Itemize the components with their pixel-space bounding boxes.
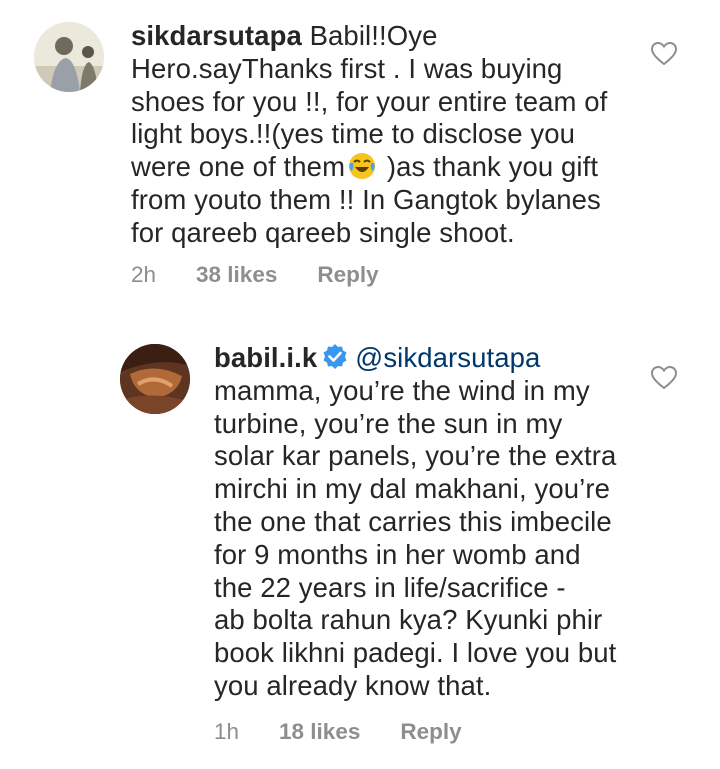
comment-body: babil.i.k @sikdarsutapa mamma, you’re th…	[214, 342, 654, 703]
avatar[interactable]	[34, 22, 104, 92]
avatar-photo	[34, 22, 104, 92]
reply-button[interactable]: Reply	[400, 719, 461, 745]
avatar[interactable]	[120, 344, 190, 414]
comment-likes[interactable]: 18 likes	[279, 719, 360, 745]
comment-time: 1h	[214, 719, 240, 744]
face-with-tears-of-joy-emoji	[349, 153, 376, 180]
heart-outline-icon[interactable]	[651, 366, 677, 390]
comment-text: mamma, you’re the wind in my turbine, yo…	[214, 374, 617, 701]
avatar-photo	[120, 344, 190, 414]
comment-body: sikdarsutapa Babil!!Oye Hero.sayThanks f…	[131, 20, 641, 250]
comment-time: 2h	[131, 262, 157, 287]
comment-username[interactable]: sikdarsutapa	[131, 20, 302, 51]
comment-username[interactable]: babil.i.k	[214, 342, 317, 373]
comment-meta: 2h 38 likes Reply	[131, 262, 379, 288]
comment-meta: 1h 18 likes Reply	[214, 719, 462, 745]
mention-link[interactable]: @sikdarsutapa	[355, 342, 540, 373]
heart-outline-icon[interactable]	[651, 42, 677, 66]
comment-likes[interactable]: 38 likes	[196, 262, 277, 288]
reply-button[interactable]: Reply	[317, 262, 378, 288]
verified-badge-icon	[323, 344, 347, 369]
